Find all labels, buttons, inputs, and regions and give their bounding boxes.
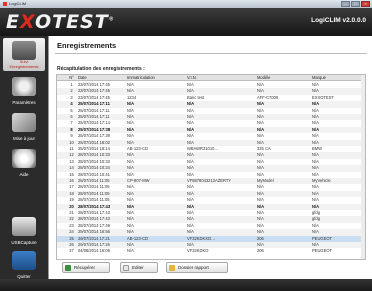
column-header-vin[interactable]: V.I.N. xyxy=(187,75,240,81)
cell-date: 04/08/2014 16:06 xyxy=(78,248,110,254)
sidebar-item-label: Mise à jour xyxy=(12,136,35,141)
recuperer-button[interactable]: Récupérer xyxy=(62,262,110,273)
section-title: Récapitulation des enregistrements : xyxy=(57,66,145,72)
sidebar-item-aide[interactable]: Aide xyxy=(3,146,45,179)
status-bar xyxy=(0,279,372,291)
window-title: LogiCLIM xyxy=(9,1,27,6)
car-diagnostic-icon xyxy=(12,41,36,60)
maximize-button[interactable]: □ xyxy=(351,1,360,7)
sidebar-item-mise-a-jour[interactable]: Mise à jour xyxy=(3,110,45,143)
main-panel: Enregistrements Récapitulation des enreg… xyxy=(48,36,372,279)
records-table: N° Date Immatriculation V.I.N. Modèle Ma… xyxy=(56,74,366,260)
column-header-num[interactable]: N° xyxy=(67,75,76,81)
cell-marque: PEUGEOT xyxy=(312,248,333,254)
column-header-immatriculation[interactable]: Immatriculation xyxy=(127,75,174,81)
app-window: LogiCLIM – □ × EXOTEST® LogiCLIM v2.0.0.… xyxy=(0,0,372,291)
column-header-date[interactable]: Date xyxy=(78,75,120,81)
column-header-marque[interactable]: Marque xyxy=(312,75,364,81)
table-row[interactable]: 27 04/08/2014 16:06 N/A VF32KDKO 206 PEUGEOT xyxy=(57,248,365,254)
download-icon xyxy=(65,264,71,271)
sidebar-item-label: Paramètres xyxy=(12,100,36,105)
title-bar: LogiCLIM – □ × xyxy=(0,0,372,8)
settings-icon xyxy=(12,77,36,96)
app-header: EXOTEST® LogiCLIM v2.0.0.0 xyxy=(0,8,372,36)
close-button[interactable]: × xyxy=(361,1,370,7)
cell-immatriculation: N/A xyxy=(127,248,134,254)
update-icon xyxy=(12,113,36,132)
table-scrollbar[interactable] xyxy=(361,75,365,259)
exxotest-logo: EXOTEST® xyxy=(6,11,115,33)
action-bar: Récupérer Editer Dossier rapport xyxy=(56,262,366,275)
folder-icon xyxy=(169,264,175,271)
document-icon xyxy=(123,264,129,271)
version-label: LogiCLIM v2.0.0.0 xyxy=(311,17,366,24)
cell-num: 27 xyxy=(69,248,74,254)
dossier-rapport-button[interactable]: Dossier rapport xyxy=(166,262,228,273)
sidebar: Suivi Enregistrements Paramètres Mise à … xyxy=(0,36,48,279)
sidebar-item-label: USBCapture xyxy=(11,240,37,245)
editer-button[interactable]: Editer xyxy=(120,262,158,273)
cell-vin: VF32KDKO xyxy=(187,248,209,254)
column-header-modele[interactable]: Modèle xyxy=(257,75,301,81)
sidebar-item-quitter[interactable]: Quitter xyxy=(3,248,45,281)
exit-icon xyxy=(12,251,36,270)
divider xyxy=(55,53,367,54)
sidebar-item-suivi-enregistrements[interactable]: Suivi Enregistrements xyxy=(3,38,45,71)
sidebar-item-label: Aide xyxy=(19,172,29,177)
app-icon xyxy=(3,1,7,6)
page-title: Enregistrements xyxy=(57,41,117,50)
table-header: N° Date Immatriculation V.I.N. Modèle Ma… xyxy=(57,75,365,82)
sidebar-item-label: Suivi Enregistrements xyxy=(9,59,39,69)
cell-modele: 206 xyxy=(257,248,264,254)
usb-capture-icon xyxy=(12,217,36,236)
help-icon xyxy=(12,149,36,168)
sidebar-item-usbcapture[interactable]: USBCapture xyxy=(3,214,45,247)
sidebar-item-parametres[interactable]: Paramètres xyxy=(3,74,45,107)
minimize-button[interactable]: – xyxy=(341,1,350,7)
